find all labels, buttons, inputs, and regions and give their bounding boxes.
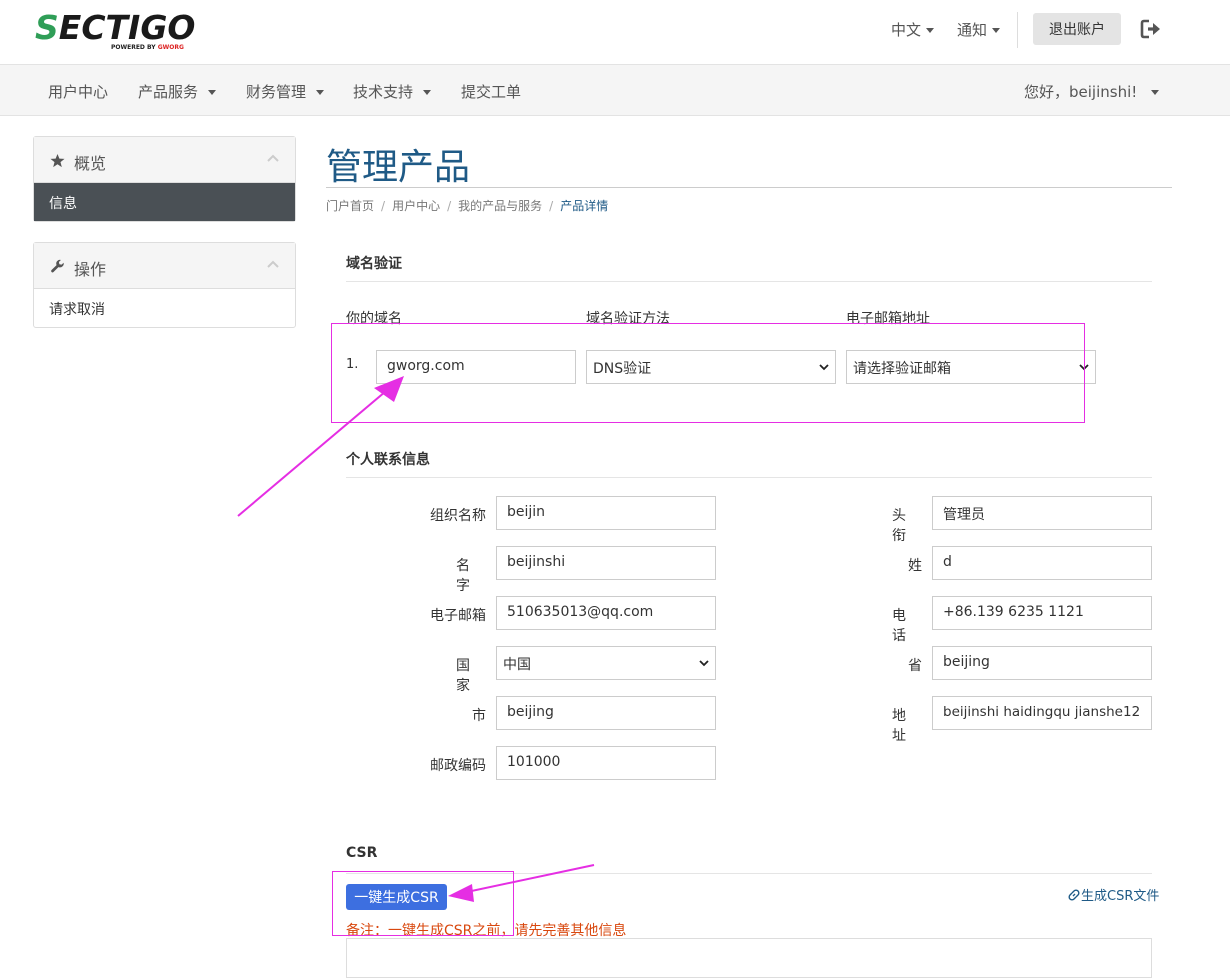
zip-input[interactable]: 101000 — [496, 746, 716, 780]
nav-support[interactable]: 技术支持 — [353, 81, 432, 102]
chevron-down-icon — [699, 660, 709, 667]
sidebar-item-info[interactable]: 信息 — [34, 183, 295, 221]
overview-panel-header[interactable]: 概览 — [34, 137, 295, 183]
domain-section-title: 域名验证 — [346, 256, 402, 272]
caret-down-icon — [992, 28, 1001, 33]
breadcrumb-current: 产品详情 — [560, 199, 609, 213]
logo-text: SECTIGO — [35, 8, 195, 47]
wrench-icon — [51, 259, 64, 273]
breadcrumb-separator: / — [549, 199, 554, 213]
email-label: 电子邮箱 — [430, 608, 486, 624]
caret-down-icon — [926, 28, 935, 33]
header-divider — [1017, 12, 1018, 48]
phone-label: 电 话 — [892, 608, 922, 644]
nav-products[interactable]: 产品服务 — [138, 81, 217, 102]
city-label: 市 — [472, 708, 486, 724]
top-header: SECTIGO POWERED BY GWORG 中文 通知 退出账户 — [0, 0, 1230, 64]
overview-panel: 概览 信息 — [33, 136, 296, 222]
logout-button[interactable]: 退出账户 — [1033, 13, 1121, 45]
surname-input[interactable]: d — [932, 546, 1152, 580]
address-label: 地 址 — [892, 708, 922, 744]
org-input[interactable]: beijin — [496, 496, 716, 530]
city-input[interactable]: beijing — [496, 696, 716, 730]
chevron-up-icon[interactable] — [267, 259, 279, 269]
breadcrumb-user-center[interactable]: 用户中心 — [392, 199, 440, 213]
logo-subtext: POWERED BY GWORG — [111, 44, 184, 51]
province-label: 省 — [908, 658, 922, 674]
breadcrumb-my-products[interactable]: 我的产品与服务 — [458, 199, 542, 213]
email-input[interactable]: 510635013@qq.com — [496, 596, 716, 630]
csr-textarea[interactable] — [346, 938, 1152, 978]
nav-finance[interactable]: 财务管理 — [246, 81, 325, 102]
generate-csr-file-link[interactable]: 生成CSR文件 — [1067, 885, 1159, 904]
chevron-up-icon[interactable] — [267, 153, 279, 163]
firstname-input[interactable]: beijinshi — [496, 546, 716, 580]
annotation-box-csr — [332, 871, 514, 936]
nav-submit-ticket[interactable]: 提交工单 — [461, 81, 521, 102]
link-icon — [1068, 889, 1080, 901]
country-value: 中国 — [503, 657, 531, 673]
star-icon — [50, 153, 65, 168]
title-divider — [326, 187, 1172, 188]
caret-down-icon — [208, 90, 217, 95]
language-dropdown[interactable]: 中文 — [891, 19, 935, 40]
user-greeting: 您好，beijinshi! — [1024, 83, 1138, 101]
user-dropdown[interactable]: 您好，beijinshi! — [1024, 81, 1160, 102]
csr-section-title: CSR — [346, 845, 378, 861]
caret-down-icon — [316, 90, 325, 95]
zip-label: 邮政编码 — [430, 758, 486, 774]
contact-section-title: 个人联系信息 — [346, 452, 430, 468]
nav-user-center[interactable]: 用户中心 — [48, 81, 108, 102]
org-label: 组织名称 — [430, 508, 486, 524]
sectigo-logo[interactable]: SECTIGO POWERED BY GWORG — [35, 8, 195, 52]
country-label: 国 家 — [456, 658, 486, 694]
address-input[interactable]: beijinshi haidingqu jianshe12 — [932, 696, 1152, 730]
sidebar-item-request-cancel[interactable]: 请求取消 — [34, 289, 295, 327]
breadcrumb: 门户首页 / 用户中心 / 我的产品与服务 / 产品详情 — [326, 197, 608, 214]
job-title-label: 头 衔 — [892, 508, 922, 544]
phone-input[interactable]: +86.139 6235 1121 — [932, 596, 1152, 630]
sign-out-icon[interactable] — [1140, 18, 1162, 40]
section-divider — [346, 477, 1152, 478]
notification-dropdown[interactable]: 通知 — [957, 19, 1001, 40]
breadcrumb-separator: / — [447, 199, 452, 213]
surname-label: 姓 — [908, 558, 922, 574]
country-select[interactable]: 中国 — [496, 646, 716, 680]
actions-panel-header[interactable]: 操作 — [34, 243, 295, 289]
breadcrumb-home[interactable]: 门户首页 — [326, 199, 374, 213]
page-title: 管理产品 — [326, 147, 471, 188]
nav-support-label: 技术支持 — [353, 83, 414, 101]
caret-down-icon — [423, 90, 432, 95]
section-divider — [346, 281, 1152, 282]
nav-finance-label: 财务管理 — [246, 83, 307, 101]
overview-panel-title: 概览 — [74, 154, 107, 173]
caret-down-icon — [1151, 90, 1160, 95]
nav-products-label: 产品服务 — [138, 83, 199, 101]
actions-panel: 操作 请求取消 — [33, 242, 296, 328]
main-navbar: 用户中心 产品服务 财务管理 技术支持 提交工单 您好，beijinshi! — [0, 64, 1230, 116]
province-input[interactable]: beijing — [932, 646, 1152, 680]
actions-panel-title: 操作 — [74, 260, 107, 279]
generate-csr-file-label: 生成CSR文件 — [1081, 889, 1160, 904]
job-title-input[interactable]: 管理员 — [932, 496, 1152, 530]
language-label: 中文 — [891, 21, 922, 39]
breadcrumb-separator: / — [381, 199, 386, 213]
firstname-label: 名 字 — [456, 558, 486, 594]
notify-label: 通知 — [957, 21, 988, 39]
annotation-box-domain — [331, 323, 1085, 423]
